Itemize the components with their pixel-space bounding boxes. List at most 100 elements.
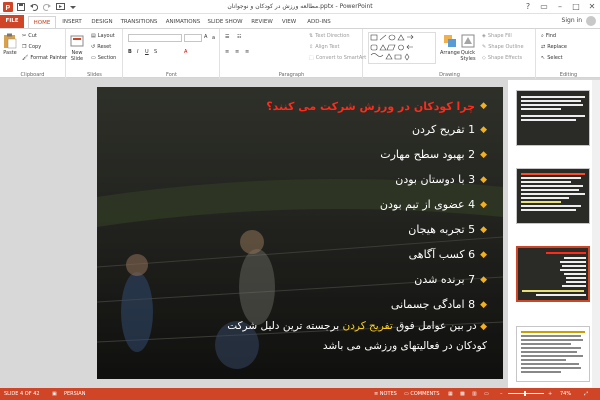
tab-home[interactable]: HOME <box>28 16 56 28</box>
help-icon[interactable]: ? <box>522 1 534 13</box>
zoom-level[interactable]: 74% <box>560 391 571 397</box>
font-group: A a B I U S A Font <box>124 29 220 79</box>
replace-button[interactable]: ⇄ Replace <box>541 44 567 50</box>
grow-font-icon: A <box>204 34 208 40</box>
slide-text-body[interactable]: ◆ چرا کودکان در ورزش شرکت می کنند؟ ◆ 1 تف… <box>127 95 487 356</box>
font-size-field[interactable] <box>184 34 202 42</box>
slide-thumbnails-panel[interactable]: 2 3 4 5 <box>508 80 600 388</box>
fit-slide-icon[interactable]: ⤢ <box>584 391 588 397</box>
zoom-slider[interactable] <box>508 391 544 396</box>
brush-icon: 🖌 <box>22 55 29 61</box>
tab-animations[interactable]: ANIMATIONS <box>163 16 203 28</box>
slideshow-view-icon[interactable]: ▭ <box>484 391 489 397</box>
find-button[interactable]: ⌕ Find <box>541 33 556 39</box>
zoom-out-icon[interactable]: – <box>500 391 503 397</box>
language-indicator[interactable]: PERSIAN <box>64 391 85 397</box>
undo-icon[interactable] <box>29 2 39 12</box>
italic-icon: I <box>137 49 139 55</box>
align-center-icon: ≡ <box>235 49 240 55</box>
diamond-bullet-icon: ◆ <box>480 149 487 160</box>
shadow-icon: S <box>154 49 158 55</box>
slide-thumbnail-4[interactable] <box>516 246 590 302</box>
underline-button[interactable]: U <box>145 49 149 55</box>
align-left-button[interactable]: ≡ <box>225 49 229 55</box>
italic-button[interactable]: I <box>137 49 138 55</box>
tab-transitions[interactable]: TRANSITIONS <box>118 16 160 28</box>
slide-thumbnail-5[interactable] <box>516 326 590 382</box>
numbering-button[interactable]: ☷ <box>237 34 241 40</box>
comment-icon: ▭ <box>404 391 409 397</box>
smartart-icon: ⬚ <box>309 55 314 61</box>
shapes-gallery[interactable] <box>368 32 436 64</box>
slide-heading: ◆ چرا کودکان در ورزش شرکت می کنند؟ <box>266 99 487 113</box>
slide-thumbnail-3[interactable] <box>516 168 590 224</box>
normal-view-icon[interactable]: ▦ <box>448 391 453 397</box>
diamond-bullet-icon: ◆ <box>480 174 487 185</box>
slide-canvas[interactable]: ◆ چرا کودکان در ورزش شرکت می کنند؟ ◆ 1 تف… <box>97 87 503 379</box>
bullets-button[interactable]: ☰ <box>225 34 229 40</box>
bold-button[interactable]: B <box>128 49 132 55</box>
tab-insert[interactable]: INSERT <box>58 16 86 28</box>
new-slide-button[interactable]: New Slide <box>69 32 85 62</box>
start-slideshow-icon[interactable] <box>55 2 65 12</box>
ribbon-display-icon[interactable]: ▭ <box>538 1 550 13</box>
comments-button[interactable]: ▭ COMMENTS <box>404 391 440 397</box>
zoom-in-icon[interactable]: + <box>548 391 552 397</box>
avatar[interactable] <box>586 16 596 26</box>
spell-check-icon[interactable]: ▣ <box>52 391 57 397</box>
customize-icon[interactable] <box>68 2 78 12</box>
shadow-button[interactable]: S <box>154 49 157 55</box>
shape-fill-button[interactable]: ◈ Shape Fill <box>482 33 512 39</box>
thumbnails-scrollbar[interactable] <box>592 80 600 388</box>
sign-in-link[interactable]: Sign in <box>562 17 582 24</box>
tab-review[interactable]: REVIEW <box>248 16 276 28</box>
tab-slide-show[interactable]: SLIDE SHOW <box>207 16 243 28</box>
paste-icon <box>2 32 18 50</box>
redo-icon[interactable] <box>42 2 52 12</box>
tab-design[interactable]: DESIGN <box>88 16 116 28</box>
list-item: ◆ 4 عضوی از تیم بودن <box>379 198 487 211</box>
text-direction-button[interactable]: ⇅ Text Direction <box>309 33 350 39</box>
shape-outline-button[interactable]: ✎ Shape Outline <box>482 44 524 50</box>
format-painter-button[interactable]: 🖌 Format Painter <box>22 55 67 61</box>
section-button[interactable]: ▭ Section <box>91 55 116 61</box>
align-text-icon: ⇳ <box>309 44 314 50</box>
shape-effects-button[interactable]: ◇ Shape Effects <box>482 55 522 61</box>
minimize-icon[interactable]: – <box>554 1 566 13</box>
convert-smartart-button[interactable]: ⬚ Convert to SmartArt <box>309 55 366 61</box>
slide-sorter-icon[interactable]: ▩ <box>460 391 465 397</box>
slide-thumbnail-2[interactable] <box>516 90 590 146</box>
select-button[interactable]: ↖ Select <box>541 55 563 61</box>
reset-icon: ↺ <box>91 44 96 50</box>
tab-view[interactable]: VIEW <box>278 16 300 28</box>
layout-button[interactable]: ▤ Layout <box>91 33 115 39</box>
reading-view-icon[interactable]: ▥ <box>472 391 477 397</box>
close-icon[interactable]: ✕ <box>586 1 598 13</box>
tab-file[interactable]: FILE <box>0 15 24 28</box>
tab-add-ins[interactable]: ADD-INS <box>302 16 336 28</box>
window-title: مطالعه ورزش در کودکان و نوجوانان.pptx - … <box>227 3 373 10</box>
align-right-icon: ≡ <box>245 49 250 55</box>
align-center-button[interactable]: ≡ <box>235 49 239 55</box>
effects-icon: ◇ <box>482 55 486 61</box>
maximize-icon[interactable]: □ <box>570 1 582 13</box>
quick-styles-button[interactable]: Quick Styles <box>460 32 476 62</box>
copy-button[interactable]: ❐ Copy <box>22 44 41 50</box>
diamond-bullet-icon: ◆ <box>480 249 487 260</box>
cut-button[interactable]: ✂ Cut <box>22 33 37 39</box>
font-color-button[interactable]: A <box>184 49 187 55</box>
notes-button[interactable]: ≡ NOTES <box>374 391 397 397</box>
paste-button[interactable]: Paste <box>2 32 18 56</box>
align-text-button[interactable]: ⇳ Align Text <box>309 44 339 50</box>
diamond-bullet-icon: ◆ <box>480 299 487 310</box>
grow-font-button[interactable]: A <box>204 34 207 40</box>
reset-button[interactable]: ↺ Reset <box>91 44 111 50</box>
drawing-group: Arrange Quick Styles ◈ Shape Fill ✎ Shape … <box>364 29 536 79</box>
align-right-button[interactable]: ≡ <box>245 49 249 55</box>
arrange-button[interactable]: Arrange <box>440 32 460 56</box>
underline-icon: U <box>145 49 149 55</box>
font-name-field[interactable] <box>128 34 182 42</box>
save-icon[interactable] <box>16 2 26 12</box>
shrink-font-button[interactable]: a <box>212 35 215 41</box>
numbering-icon: ☷ <box>237 34 242 40</box>
